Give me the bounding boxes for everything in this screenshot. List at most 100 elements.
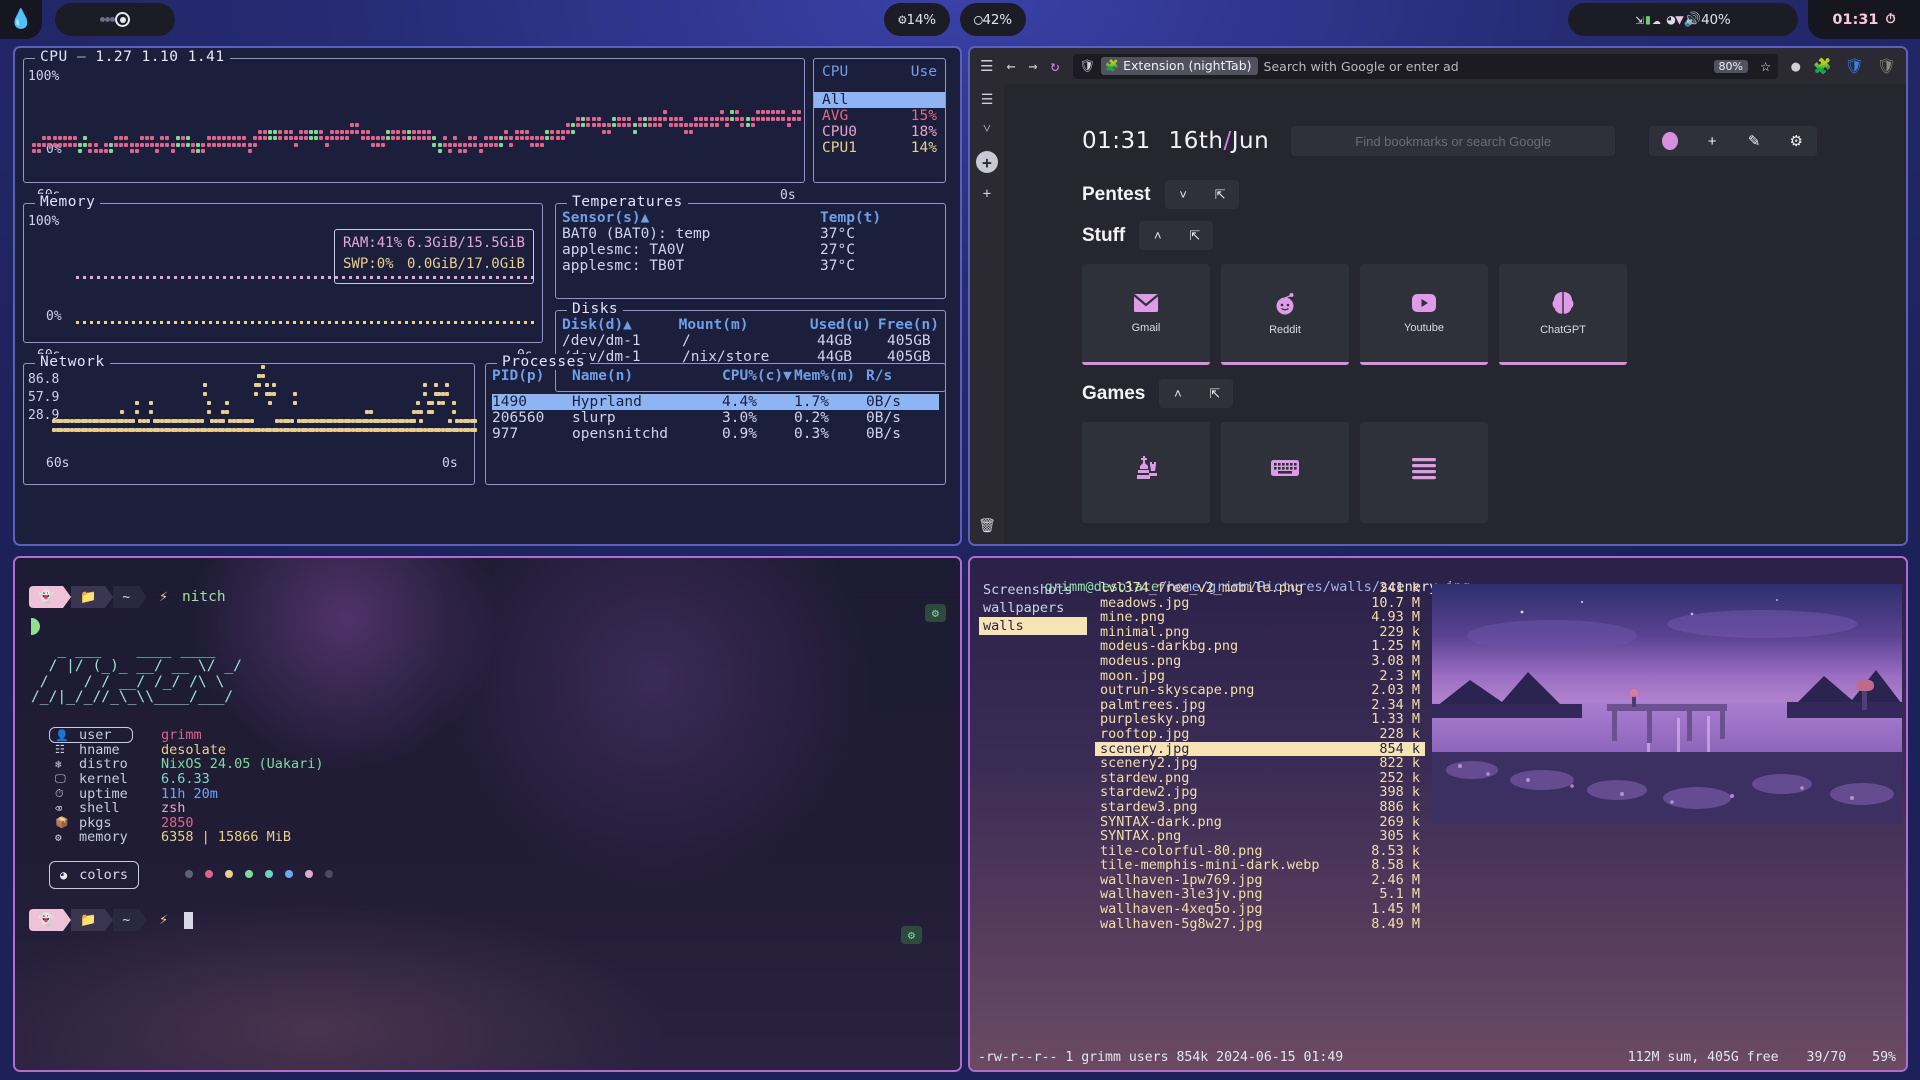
process-rs-header[interactable]: R/s bbox=[866, 368, 892, 384]
process-row[interactable]: 977 opensnitchd 0.9% 0.3% 0B/s bbox=[492, 426, 939, 442]
url-bar[interactable]: 🛡 🧩 Extension (nightTab) Search with Goo… bbox=[1072, 53, 1779, 79]
cpu-row-all[interactable]: All bbox=[814, 92, 945, 108]
clock-widget[interactable]: 01:31 ⏱ bbox=[1808, 0, 1920, 39]
cpu-row-avg[interactable]: AVG 15% bbox=[814, 108, 945, 124]
file-row[interactable]: wallhaven-4xeq5o.jpg 1.45 M bbox=[1095, 902, 1425, 917]
hamburger-icon[interactable]: ☰ bbox=[980, 58, 993, 74]
add-bookmark-button[interactable]: + bbox=[1691, 126, 1733, 156]
trash-icon[interactable]: 🗑 bbox=[978, 518, 996, 534]
firefox-window[interactable]: ☰ ← → ↻ 🛡 🧩 Extension (nightTab) Search … bbox=[968, 46, 1908, 546]
bluetooth-icon[interactable]: ⇲ bbox=[1635, 13, 1643, 27]
workspace-indicator[interactable] bbox=[55, 3, 175, 36]
settings-button[interactable]: ⚙ bbox=[1775, 126, 1817, 156]
edit-button[interactable]: ✎ bbox=[1733, 126, 1775, 156]
ublock-icon[interactable]: 🛡 bbox=[1877, 58, 1896, 74]
file-row[interactable]: scenery.jpg 854 k bbox=[1095, 741, 1425, 757]
file-row[interactable]: wallhaven-3le3jv.png 5.1 M bbox=[1095, 887, 1425, 902]
file-row[interactable]: minimal.png 229 k bbox=[1095, 625, 1425, 640]
file-row[interactable]: wallhaven-1pw769.jpg 2.46 M bbox=[1095, 873, 1425, 888]
file-manager-directory[interactable]: Screenshots bbox=[979, 581, 1087, 599]
file-row[interactable]: tile-memphis-mini-dark.webp 8.58 k bbox=[1095, 858, 1425, 873]
process-mem-header[interactable]: Mem%(m) bbox=[794, 368, 866, 384]
extensions-icon[interactable]: 🧩 bbox=[1813, 58, 1832, 74]
nighttab-search-input[interactable]: Find bookmarks or search Google bbox=[1291, 126, 1616, 156]
file-row[interactable]: stardew.png 252 k bbox=[1095, 771, 1425, 786]
chevron-down-icon[interactable]: ˅ bbox=[983, 121, 991, 138]
file-row[interactable]: purplesky.png 1.33 M bbox=[1095, 712, 1425, 727]
game-tile-chess[interactable] bbox=[1082, 422, 1210, 523]
system-logo-button[interactable]: 💧 bbox=[0, 0, 42, 39]
process-row[interactable]: 1490 Hyprland 4.4% 1.7% 0B/s bbox=[492, 394, 939, 410]
workspace-4-active[interactable] bbox=[115, 12, 130, 27]
file-row[interactable]: moon.jpg 2.3 M bbox=[1095, 668, 1425, 684]
btop-window[interactable]: CPU — 1.27 1.10 1.41 100% 0% 60s 0s CPU … bbox=[13, 46, 962, 546]
add-circle-icon[interactable]: + bbox=[976, 151, 998, 173]
plus-icon[interactable]: + bbox=[983, 186, 991, 202]
extension-chip[interactable]: 🧩 Extension (nightTab) bbox=[1101, 57, 1258, 75]
export-icon[interactable]: ⇱ bbox=[1176, 221, 1213, 250]
file-row[interactable]: rooftop.jpg 228 k bbox=[1095, 727, 1425, 742]
theme-dot-button[interactable] bbox=[1649, 126, 1691, 156]
chevron-down-icon[interactable]: ˅ bbox=[1165, 180, 1202, 209]
file-manager-parent-column[interactable]: Screenshots wallpapers walls bbox=[979, 581, 1087, 635]
file-row[interactable]: SYNTAX-dark.png 269 k bbox=[1095, 814, 1425, 830]
bookmark-tile-gmail[interactable]: Gmail bbox=[1082, 264, 1210, 365]
disk-row[interactable]: /dev/dm-1 / 44GB 405GB bbox=[562, 333, 939, 349]
file-manager-directory[interactable]: wallpapers bbox=[979, 599, 1087, 617]
process-pid-header[interactable]: PID(p) bbox=[492, 368, 572, 384]
bitwarden-icon[interactable]: 🛡 bbox=[1845, 58, 1864, 74]
memory-usage-indicator[interactable]: ◯ 42% bbox=[960, 3, 1026, 36]
file-row[interactable]: stardew2.jpg 398 k bbox=[1095, 785, 1425, 800]
file-row[interactable]: SYNTAX.png 305 k bbox=[1095, 829, 1425, 844]
process-name-header[interactable]: Name(n) bbox=[572, 368, 722, 384]
temperature-row[interactable]: applesmc: TB0T 37°C bbox=[562, 258, 939, 274]
file-row[interactable]: modeus-darkbg.png 1.25 M bbox=[1095, 639, 1425, 654]
file-row[interactable]: tile-colorful-80.png 8.53 k bbox=[1095, 844, 1425, 859]
reddit-icon bbox=[1276, 292, 1294, 314]
bookmark-tile-youtube[interactable]: Youtube bbox=[1360, 264, 1488, 365]
account-icon[interactable]: ● bbox=[1791, 58, 1800, 74]
game-tile-keyboard[interactable] bbox=[1221, 422, 1349, 523]
file-row[interactable]: scenery2.jpg 822 k bbox=[1095, 756, 1425, 771]
file-manager-directory[interactable]: walls bbox=[979, 617, 1087, 635]
cloud-icon[interactable]: ☁ bbox=[1652, 13, 1660, 27]
cpu-usage-indicator[interactable]: ⚙ 14% bbox=[884, 3, 950, 36]
file-row[interactable]: lvl374_free_v2_mobile.png 241 k bbox=[1095, 581, 1425, 596]
sidebar-tabs-icon[interactable]: ☰ bbox=[981, 92, 994, 108]
volume-icon[interactable]: 🔊 bbox=[1684, 13, 1701, 27]
file-row[interactable]: outrun-skyscape.png 2.03 M bbox=[1095, 683, 1425, 698]
forward-arrow-icon[interactable]: → bbox=[1028, 58, 1037, 74]
cpu-row-cpu1[interactable]: CPU1 14% bbox=[814, 140, 945, 156]
process-row[interactable]: 206560 slurp 3.0% 0.2% 0B/s bbox=[492, 410, 939, 426]
file-row[interactable]: meadows.jpg 10.7 M bbox=[1095, 595, 1425, 611]
file-manager-window[interactable]: grimm@desolate/home/grimm/Pictures/walls… bbox=[968, 556, 1908, 1072]
bookmark-tile-reddit[interactable]: Reddit bbox=[1221, 264, 1349, 365]
shield-icon[interactable]: 🛡 bbox=[1080, 58, 1096, 74]
temperature-row[interactable]: applesmc: TA0V 27°C bbox=[562, 242, 939, 258]
reload-icon[interactable]: ↻ bbox=[1051, 58, 1060, 74]
star-icon[interactable]: ☆ bbox=[1760, 59, 1771, 74]
file-row[interactable]: palmtrees.jpg 2.34 M bbox=[1095, 698, 1425, 713]
back-arrow-icon[interactable]: ← bbox=[1006, 58, 1015, 74]
file-manager-file-list[interactable]: lvl374_free_v2_mobile.png 241 k meadows.jp… bbox=[1095, 581, 1425, 931]
system-tray[interactable]: ⇲ ▮ ☁ ◕ ▼ 🔊 40% bbox=[1568, 3, 1798, 36]
chevron-up-icon[interactable]: ˄ bbox=[1139, 221, 1176, 250]
battery-icon[interactable]: ▮ bbox=[1644, 13, 1652, 27]
terminal-window[interactable]: 👻 📁 ~ ⚡ nitch _ ___ ____ ____ / |/ (_)_ … bbox=[13, 556, 962, 1072]
temperature-row[interactable]: BAT0 (BAT0): temp 37°C bbox=[562, 226, 939, 242]
file-row[interactable]: wallhaven-5g8w27.jpg 8.49 M bbox=[1095, 917, 1425, 932]
cpu-row-cpu0[interactable]: CPU0 18% bbox=[814, 124, 945, 140]
zoom-level-badge[interactable]: 80% bbox=[1713, 59, 1748, 73]
file-row[interactable]: mine.png 4.93 M bbox=[1095, 610, 1425, 625]
export-icon[interactable]: ⇱ bbox=[1202, 180, 1239, 209]
file-row[interactable]: stardew3.png 886 k bbox=[1095, 800, 1425, 815]
url-input[interactable]: Search with Google or enter ad bbox=[1264, 59, 1459, 74]
file-row[interactable]: modeus.png 3.08 M bbox=[1095, 654, 1425, 669]
chevron-up-icon[interactable]: ˄ bbox=[1159, 379, 1196, 408]
palette-icon[interactable]: ◕ bbox=[1667, 13, 1675, 27]
export-icon[interactable]: ⇱ bbox=[1196, 379, 1233, 408]
game-tile-lines[interactable] bbox=[1360, 422, 1488, 523]
wifi-icon[interactable]: ▼ bbox=[1675, 13, 1683, 27]
process-cpu-header[interactable]: CPU%(c)▼ bbox=[722, 368, 794, 384]
bookmark-tile-chatgpt[interactable]: ChatGPT bbox=[1499, 264, 1627, 365]
